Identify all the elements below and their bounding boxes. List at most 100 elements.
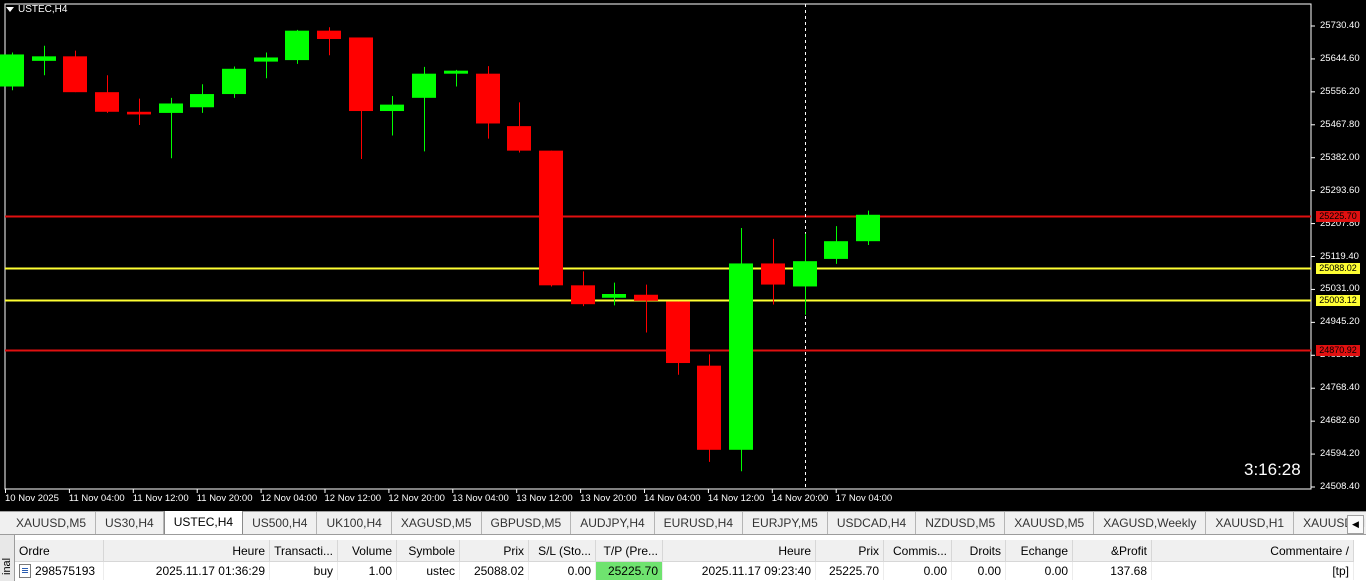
date-tick-label: 14 Nov 04:00 [644, 493, 701, 504]
date-tick-label: 12 Nov 04:00 [260, 493, 318, 504]
candle-body [666, 301, 690, 364]
chart-tab[interactable]: NZDUSD,M5 [916, 512, 1006, 534]
column-header[interactable]: Droits [951, 540, 1006, 562]
column-header[interactable]: Prix [459, 540, 529, 562]
date-tick-label: 13 Nov 04:00 [452, 493, 509, 504]
price-tick-label: 24682.60 [1320, 415, 1360, 427]
candle-body [412, 73, 436, 98]
date-tick-label: 13 Nov 12:00 [516, 493, 573, 504]
price-tick-label: 25119.40 [1320, 250, 1359, 262]
candle-body [856, 214, 880, 242]
level-price-label: 25225.70 [1316, 210, 1360, 222]
chart-tab[interactable]: US500,H4 [243, 512, 318, 534]
candle-body [127, 111, 151, 115]
chart-tab[interactable]: XAGUSD,Weekly [1094, 512, 1207, 534]
candle-body [380, 104, 404, 112]
candle-body [190, 94, 214, 108]
date-tick-label: 11 Nov 12:00 [132, 493, 189, 504]
candle-body [222, 68, 246, 95]
date-tick-label: 10 Nov 2025 [5, 493, 59, 504]
candle-body [285, 30, 309, 61]
candle-body [317, 30, 341, 39]
table-cell: 298575193 [15, 561, 104, 580]
chart-tab[interactable]: XAUUSD,M5 [0, 512, 97, 534]
chart-tab[interactable]: EURUSD,H4 [655, 512, 744, 534]
price-tick-label: 25031.00 [1320, 283, 1360, 295]
candle-body [476, 73, 500, 124]
chart-tab[interactable]: XAGUSD,M5 [392, 512, 482, 534]
price-tick-label: 24508.40 [1320, 481, 1360, 492]
date-tick-label: 11 Nov 20:00 [196, 493, 253, 504]
date-tick-label: 11 Nov 04:00 [68, 493, 125, 504]
date-tick-label: 12 Nov 12:00 [324, 493, 382, 504]
chart-tab[interactable]: AUDJPY,H4 [571, 512, 655, 534]
candle-body [0, 54, 24, 87]
price-tick-label: 25293.60 [1320, 184, 1360, 196]
chart-tab[interactable]: UK100,H4 [317, 512, 392, 534]
price-tick-label: 25644.60 [1320, 52, 1360, 64]
tabs-scroll-left-icon[interactable]: ◀ [1347, 515, 1364, 534]
level-price-label: 24870.92 [1316, 344, 1360, 356]
price-tick-label: 25556.20 [1320, 85, 1360, 97]
table-cell: 1.00 [337, 561, 397, 580]
date-tick-label: 13 Nov 20:00 [580, 493, 637, 504]
price-tick-label: 24768.40 [1320, 382, 1360, 394]
chart-tab[interactable]: US30,H4 [96, 512, 164, 534]
table-row[interactable]: 298575193 2025.11.17 01:36:29 buy 1.00 ustec… [15, 561, 1354, 580]
column-header[interactable]: Symbole [396, 540, 460, 562]
table-cell: 0.00 [528, 561, 596, 580]
price-tick-label: 24594.20 [1320, 448, 1360, 460]
date-tick-label: 14 Nov 12:00 [707, 493, 765, 504]
terminal-side-tab[interactable]: inal [0, 535, 15, 581]
chart-tab[interactable]: GBPUSD,M5 [482, 512, 572, 534]
candle-body [602, 293, 626, 298]
candle-body [507, 126, 531, 151]
column-header[interactable]: S/L (Sto... [528, 540, 596, 562]
candle-body [697, 365, 721, 450]
candle-body [729, 263, 753, 450]
order-document-icon [19, 564, 31, 579]
table-cell: buy [269, 561, 338, 580]
table-cell: 0.00 [883, 561, 952, 580]
candlestick-plot[interactable] [0, 0, 1366, 511]
table-cell: 25088.02 [459, 561, 529, 580]
date-tick-label: 12 Nov 20:00 [388, 493, 445, 504]
chart-tab[interactable]: XAUUSD,M5 [1005, 512, 1095, 534]
table-cell: 25225.70 [815, 561, 884, 580]
table-header-row: Ordre Heure Transacti... Volume Symbole Prix S… [15, 540, 1354, 562]
chart-tab[interactable]: XAUUSD,H1 [1206, 512, 1295, 534]
table-cell: 0.00 [1005, 561, 1073, 580]
candle-body [63, 56, 87, 93]
candle-body [761, 263, 785, 285]
chart-tab[interactable]: EURJPY,M5 [743, 512, 828, 534]
column-header[interactable]: T/P (Pre... [595, 540, 663, 562]
candle-body [634, 294, 658, 301]
price-chart[interactable]: USTEC,H4 25730.40 25644.60 25556.20 25467.8… [0, 0, 1366, 511]
column-header[interactable]: Heure [662, 540, 816, 562]
column-header[interactable]: Heure [103, 540, 270, 562]
table-cell: [tp] [1151, 561, 1354, 580]
column-header[interactable]: Transacti... [269, 540, 338, 562]
column-header[interactable]: Prix [815, 540, 884, 562]
candle-body [571, 285, 595, 305]
candle-body [349, 37, 373, 112]
chart-symbol-label[interactable]: USTEC,H4 [6, 4, 67, 15]
chart-tab[interactable]: USTEC,H4 [163, 511, 244, 536]
plot-frame [4, 3, 1312, 490]
table-cell: 2025.11.17 09:23:40 [662, 561, 816, 580]
date-tick-label: 14 Nov 20:00 [771, 493, 829, 504]
price-tick-label: 25467.80 [1320, 118, 1360, 130]
orders-table: Ordre Heure Transacti... Volume Symbole Prix S… [15, 540, 1354, 580]
dropdown-triangle-icon[interactable] [6, 7, 14, 12]
chart-tab[interactable]: USDCAD,H4 [828, 512, 917, 534]
column-header[interactable]: Commis... [883, 540, 952, 562]
date-tick-label: 17 Nov 04:00 [835, 493, 893, 504]
column-header[interactable]: Echange [1005, 540, 1073, 562]
column-header[interactable]: Commentaire / [1151, 540, 1354, 562]
candle-body [254, 57, 278, 62]
column-header[interactable]: Volume [337, 540, 397, 562]
column-header[interactable]: Ordre [15, 540, 104, 562]
table-cell: 2025.11.17 01:36:29 [103, 561, 270, 580]
terminal-side-label: inal [1, 557, 13, 575]
column-header[interactable]: &Profit [1072, 540, 1152, 562]
